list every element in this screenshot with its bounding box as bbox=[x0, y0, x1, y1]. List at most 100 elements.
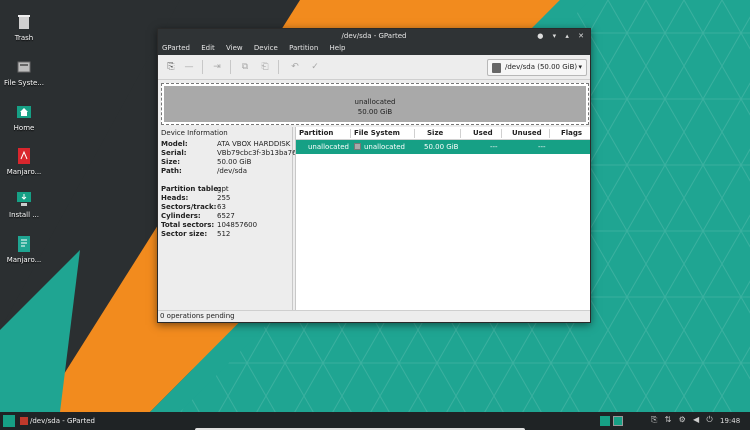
info-row-cylinders: Cylinders: 6527 bbox=[161, 212, 289, 221]
taskbar-item-gparted[interactable]: /dev/sda - GParted bbox=[18, 414, 128, 428]
taskbar-item-label: /dev/sda - GParted bbox=[30, 417, 95, 425]
trash-icon bbox=[17, 14, 31, 30]
desktop-icon-label: File Syste... bbox=[4, 79, 44, 87]
menu-help[interactable]: Help bbox=[330, 44, 346, 52]
file-system-icon bbox=[17, 59, 31, 75]
toolbar-separator bbox=[230, 60, 231, 74]
cell-used: --- bbox=[490, 143, 498, 151]
column-flags[interactable]: Flags bbox=[561, 127, 582, 140]
workspace-1[interactable] bbox=[600, 416, 610, 426]
info-value: VBb79cbc3f-3b13ba76 bbox=[217, 149, 297, 157]
column-unused[interactable]: Unused bbox=[512, 127, 542, 140]
info-row-heads: Heads: 255 bbox=[161, 194, 289, 203]
toolbar-separator bbox=[202, 60, 203, 74]
partition-list-header: Partition File System Size Used Unused F… bbox=[296, 127, 590, 140]
device-selector-value: /dev/sda (50.00 GiB) bbox=[505, 63, 578, 71]
info-value: 104857600 bbox=[217, 221, 258, 229]
installer-icon bbox=[17, 191, 31, 207]
new-partition-icon[interactable]: ⎘ bbox=[164, 61, 178, 73]
info-value: 255 bbox=[217, 194, 231, 202]
desktop-icon-manjaro-doc[interactable]: Manjaro... bbox=[4, 236, 44, 264]
desktop-icon-manjaro-pdf[interactable]: Manjaro... bbox=[4, 148, 44, 176]
table-row[interactable]: unallocated unallocated 50.00 GiB --- --… bbox=[296, 140, 590, 154]
info-key: Cylinders: bbox=[161, 212, 201, 220]
filesystem-color-swatch bbox=[354, 143, 361, 150]
window-dot-icon[interactable]: ● bbox=[537, 29, 543, 43]
menu-partition[interactable]: Partition bbox=[289, 44, 318, 52]
cell-partition: unallocated bbox=[308, 143, 349, 151]
disk-map-size: 50.00 GiB bbox=[357, 108, 393, 116]
status-text: 0 operations pending bbox=[160, 312, 235, 320]
column-size[interactable]: Size bbox=[427, 127, 443, 140]
desktop-icon-file-system[interactable]: File Syste... bbox=[4, 59, 44, 87]
device-info-header: Device Information bbox=[161, 129, 228, 137]
desktop-icon-label: Home bbox=[13, 124, 35, 132]
desktop-icon-home[interactable]: Home bbox=[4, 104, 44, 132]
settings-gear-icon[interactable]: ⚙ bbox=[679, 415, 686, 424]
volume-icon[interactable]: ◀ bbox=[693, 415, 699, 424]
info-key: Model: bbox=[161, 140, 188, 148]
info-key: Sector size: bbox=[161, 230, 208, 238]
desktop-icon-install[interactable]: Install ... bbox=[4, 191, 44, 219]
info-value: 6527 bbox=[217, 212, 235, 220]
desktop-icon-trash[interactable]: Trash bbox=[4, 14, 44, 42]
info-key: Serial: bbox=[161, 149, 187, 157]
desktop-icon-label: Trash bbox=[14, 34, 34, 42]
info-value: gpt bbox=[217, 185, 229, 193]
info-row-size: Size: 50.00 GiB bbox=[161, 158, 289, 167]
info-value: 512 bbox=[217, 230, 231, 238]
info-row-path: Path: /dev/sda bbox=[161, 167, 289, 176]
info-row-serial: Serial: VBb79cbc3f-3b13ba76 bbox=[161, 149, 297, 158]
info-row-sector-size: Sector size: 512 bbox=[161, 230, 289, 239]
clipboard-icon[interactable]: ⎘ bbox=[651, 415, 657, 425]
cell-unused: --- bbox=[538, 143, 546, 151]
close-icon[interactable]: ✕ bbox=[578, 29, 584, 43]
info-row-total-sectors: Total sectors: 104857600 bbox=[161, 221, 289, 230]
network-icon[interactable]: ⇅ bbox=[665, 415, 672, 424]
info-key: Total sectors: bbox=[161, 221, 215, 229]
menu-gparted[interactable]: GParted bbox=[162, 44, 190, 52]
column-used[interactable]: Used bbox=[473, 127, 493, 140]
info-row-sectors-track: Sectors/track:63 bbox=[161, 203, 289, 212]
resize-move-icon[interactable]: ⇥ bbox=[210, 61, 224, 73]
gparted-window: /dev/sda - GParted ● ▾ ▴ ✕ GParted Edit … bbox=[157, 28, 591, 323]
harddisk-icon bbox=[492, 63, 501, 73]
start-menu-icon[interactable] bbox=[3, 415, 15, 427]
window-titlebar[interactable]: /dev/sda - GParted ● ▾ ▴ ✕ bbox=[158, 29, 590, 43]
workspace-2[interactable] bbox=[613, 416, 623, 426]
info-key: Heads: bbox=[161, 194, 189, 202]
disk-map[interactable]: unallocated 50.00 GiB bbox=[161, 83, 589, 125]
info-value: ATA VBOX HARDDISK bbox=[217, 140, 291, 148]
menu-device[interactable]: Device bbox=[254, 44, 278, 52]
home-folder-icon bbox=[17, 104, 31, 120]
paste-icon[interactable]: ⎗ bbox=[258, 61, 272, 73]
clock[interactable]: 19:48 bbox=[720, 414, 740, 428]
delete-partition-icon[interactable]: — bbox=[182, 61, 196, 73]
info-key: Path: bbox=[161, 167, 182, 175]
column-file-system[interactable]: File System bbox=[354, 127, 400, 140]
status-bar: 0 operations pending bbox=[158, 310, 590, 322]
apply-icon[interactable]: ✓ bbox=[308, 61, 322, 73]
desktop-icon-label: Manjaro... bbox=[6, 168, 42, 176]
disk-map-unallocated[interactable]: unallocated 50.00 GiB bbox=[164, 86, 586, 122]
undo-icon[interactable]: ↶ bbox=[288, 61, 302, 73]
maximize-icon[interactable]: ▴ bbox=[565, 29, 569, 43]
minimize-icon[interactable]: ▾ bbox=[553, 29, 557, 43]
power-icon[interactable]: ⏻ bbox=[706, 415, 712, 425]
menubar: GParted Edit View Device Partition Help bbox=[158, 43, 590, 55]
pdf-document-icon bbox=[17, 148, 31, 164]
system-tray: ⎘ ⇅ ⚙ ◀ ⏻ bbox=[651, 415, 718, 425]
info-key: Sectors/track: bbox=[161, 203, 217, 211]
menu-edit[interactable]: Edit bbox=[201, 44, 215, 52]
device-selector[interactable]: /dev/sda (50.00 GiB) ▾ bbox=[487, 59, 587, 76]
gparted-app-icon bbox=[20, 417, 28, 425]
cell-size: 50.00 GiB bbox=[424, 143, 459, 151]
device-info-pane: Device Information Model: ATA VBOX HARDDI… bbox=[158, 127, 297, 310]
info-row-partition-table: Partition table:gpt bbox=[161, 185, 289, 194]
disk-map-label: unallocated bbox=[354, 98, 396, 106]
taskbar: /dev/sda - GParted ⎘ ⇅ ⚙ ◀ ⏻ 19:48 bbox=[0, 412, 750, 430]
column-partition[interactable]: Partition bbox=[299, 127, 333, 140]
copy-icon[interactable]: ⧉ bbox=[238, 61, 252, 73]
menu-view[interactable]: View bbox=[226, 44, 243, 52]
chevron-down-icon: ▾ bbox=[578, 63, 582, 71]
